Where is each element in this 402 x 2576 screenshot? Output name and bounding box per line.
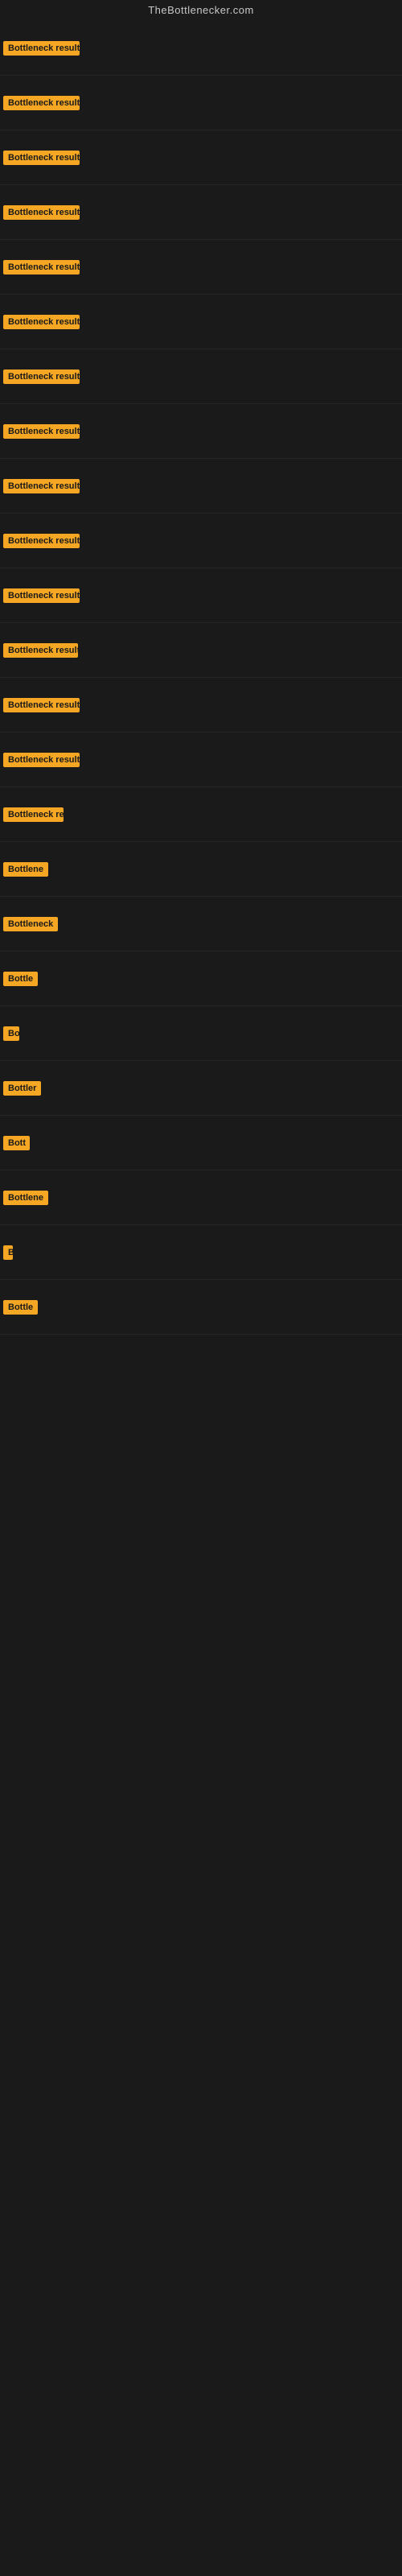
list-item: Bottler — [0, 1061, 402, 1116]
bottleneck-badge[interactable]: Bottleneck result — [3, 151, 80, 165]
list-item: Bottleneck result — [0, 514, 402, 568]
badge-list: Bottleneck result Bottleneck result Bottle… — [0, 21, 402, 2574]
list-item: B — [0, 1225, 402, 1280]
bottleneck-badge[interactable]: Bottleneck result — [3, 315, 80, 329]
list-item: Bottleneck result — [0, 459, 402, 514]
list-item: Bottleneck — [0, 897, 402, 952]
bottleneck-badge[interactable]: Bottle — [3, 1300, 38, 1315]
bottleneck-badge[interactable]: Bottleneck result — [3, 41, 80, 56]
list-item: Bottlene — [0, 842, 402, 897]
list-item: Bottleneck result — [0, 623, 402, 678]
bottleneck-badge[interactable]: Bottleneck result — [3, 534, 80, 548]
list-item: Bottleneck result — [0, 568, 402, 623]
bottleneck-badge[interactable]: Bottler — [3, 1081, 41, 1096]
list-item: Bottleneck result — [0, 76, 402, 130]
bottleneck-badge[interactable]: Bottleneck — [3, 917, 58, 931]
bottleneck-badge[interactable]: Bott — [3, 1136, 30, 1150]
bottleneck-badge[interactable]: Bottleneck result — [3, 205, 80, 220]
list-item: Bottleneck result — [0, 295, 402, 349]
bottleneck-badge[interactable]: Bottleneck result — [3, 424, 80, 439]
site-title-container: TheBottlenecker.com — [0, 0, 402, 21]
bottleneck-badge[interactable]: B — [3, 1245, 13, 1260]
list-item: Bottleneck result — [0, 404, 402, 459]
list-item: Bottleneck re — [0, 787, 402, 842]
list-item: Bottle — [0, 952, 402, 1006]
bottleneck-badge[interactable]: Bottleneck result — [3, 479, 80, 493]
list-item: Bottleneck result — [0, 349, 402, 404]
bottleneck-badge[interactable]: Bottleneck result — [3, 260, 80, 275]
bottleneck-badge[interactable]: Bottleneck re — [3, 807, 64, 822]
bottleneck-badge[interactable]: Bottleneck result — [3, 698, 80, 712]
list-item: Bottleneck result — [0, 678, 402, 733]
bottleneck-badge[interactable]: Bottle — [3, 972, 38, 986]
list-item: Bottleneck result — [0, 240, 402, 295]
site-title: TheBottlenecker.com — [148, 4, 254, 16]
bottleneck-badge[interactable]: Bottleneck result — [3, 753, 80, 767]
list-item: Bottleneck result — [0, 21, 402, 76]
list-item: Bo — [0, 1006, 402, 1061]
list-item: Bottle — [0, 1280, 402, 1335]
bottleneck-badge[interactable]: Bottleneck result — [3, 369, 80, 384]
list-item: Bottleneck result — [0, 733, 402, 787]
list-item: Bottlene — [0, 1170, 402, 1225]
bottleneck-badge[interactable]: Bo — [3, 1026, 19, 1041]
bottleneck-badge[interactable]: Bottleneck result — [3, 588, 80, 603]
bottleneck-badge[interactable]: Bottlene — [3, 1191, 48, 1205]
list-item: Bottleneck result — [0, 185, 402, 240]
bottleneck-badge[interactable]: Bottleneck result — [3, 643, 78, 658]
bottleneck-badge[interactable]: Bottleneck result — [3, 96, 80, 110]
bottleneck-badge[interactable]: Bottlene — [3, 862, 48, 877]
list-item: Bott — [0, 1116, 402, 1170]
list-item: Bottleneck result — [0, 130, 402, 185]
